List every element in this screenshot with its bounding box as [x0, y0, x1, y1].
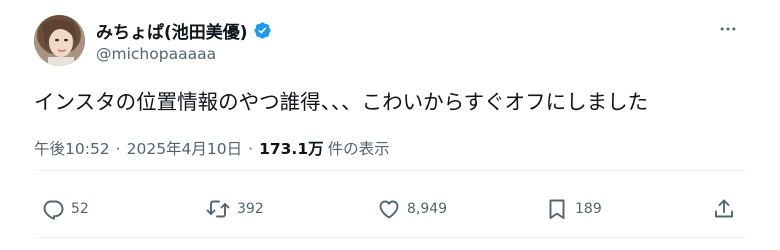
- meta-separator: ·: [248, 140, 254, 158]
- verified-badge-icon: [253, 21, 272, 40]
- user-handle[interactable]: @michopaaaaa: [96, 45, 216, 63]
- share-icon: [715, 199, 733, 218]
- tweet-meta: 午後10:52 · 2025年4月10日 · 173.1万 件の表示: [34, 137, 390, 159]
- tweet-date[interactable]: 2025年4月10日: [127, 137, 243, 159]
- more-horizontal-icon: [720, 27, 736, 31]
- bookmark-button[interactable]: 189: [545, 193, 602, 225]
- more-options-button[interactable]: [714, 17, 742, 41]
- retweet-count: 392: [237, 201, 264, 217]
- like-count: 8,949: [407, 201, 448, 217]
- reply-button[interactable]: 52: [41, 193, 89, 225]
- views-count[interactable]: 173.1万: [259, 137, 324, 159]
- meta-separator: ·: [115, 140, 121, 158]
- bookmark-icon: [549, 199, 565, 219]
- retweet-icon: [206, 200, 230, 218]
- divider: [34, 237, 746, 238]
- reply-count: 52: [71, 201, 89, 217]
- share-button[interactable]: [712, 193, 736, 225]
- tweet-card: みちょぱ(池田美優) @michopaaaaa インスタの位置情報のやつ誰得、、…: [0, 0, 780, 250]
- reply-icon: [43, 200, 64, 220]
- bookmark-count: 189: [575, 201, 602, 217]
- divider: [34, 170, 746, 171]
- tweet-time[interactable]: 午後10:52: [34, 137, 110, 159]
- heart-icon: [379, 200, 399, 219]
- action-bar: 52 392 8,949 189: [0, 193, 780, 225]
- display-name[interactable]: みちょぱ(池田美優): [96, 18, 248, 43]
- author-name-row: みちょぱ(池田美優): [96, 18, 272, 43]
- views-label: 件の表示: [327, 140, 390, 158]
- like-button[interactable]: 8,949: [377, 193, 447, 225]
- tweet-text: インスタの位置情報のやつ誰得、、、こわいからすぐオフにしました: [34, 90, 649, 114]
- retweet-button[interactable]: 392: [205, 193, 264, 225]
- avatar[interactable]: [34, 15, 85, 66]
